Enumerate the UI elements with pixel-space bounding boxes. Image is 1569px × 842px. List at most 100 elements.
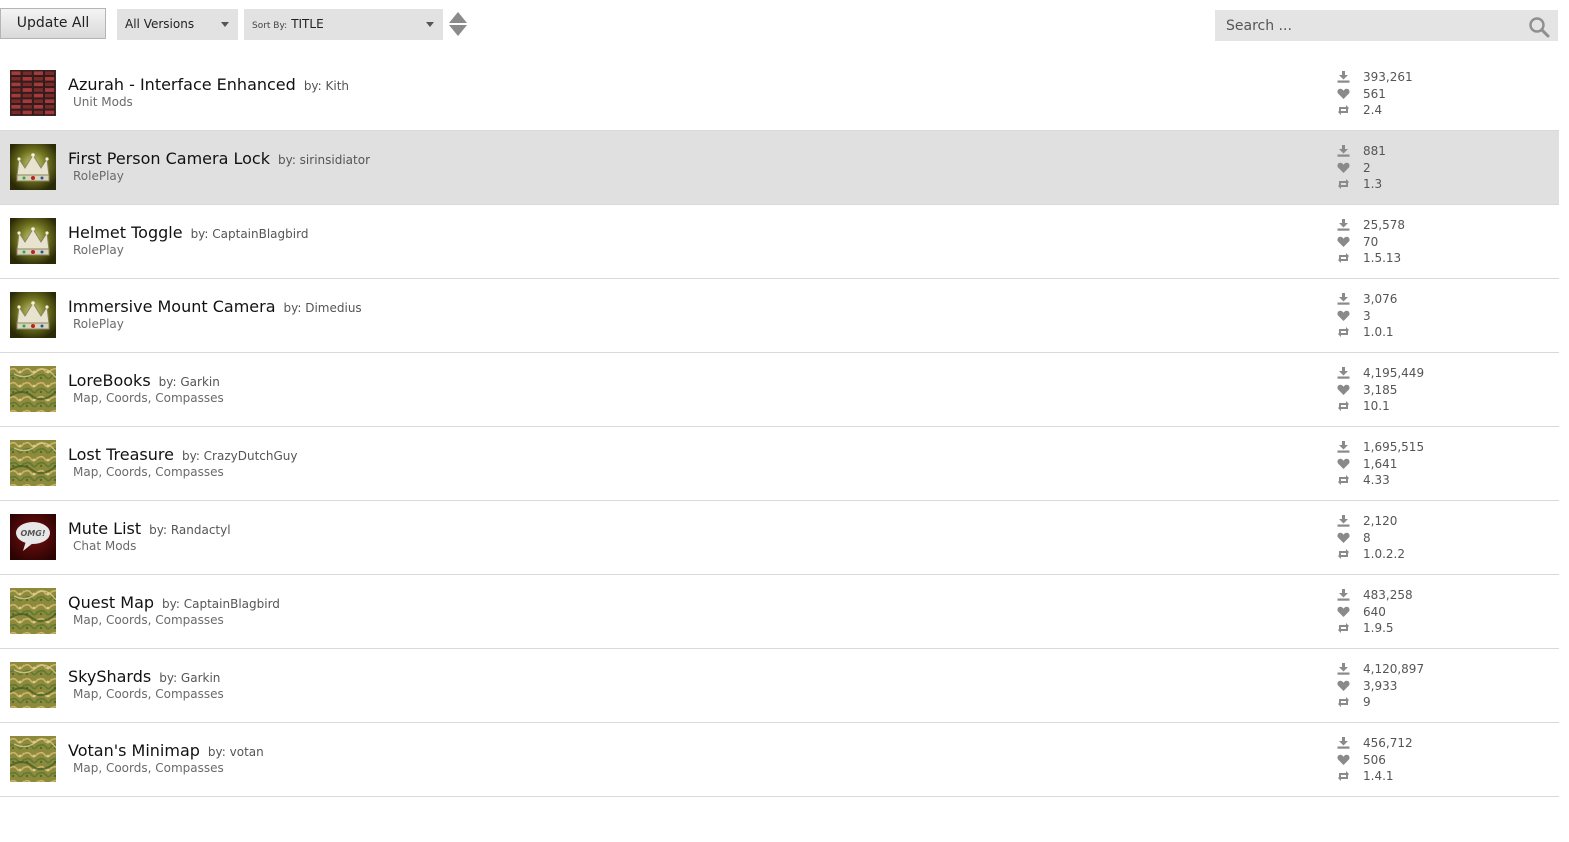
addon-row[interactable]: Quest Map by: CaptainBlagbird Map, Coords,… — [0, 575, 1559, 649]
chevron-down-icon — [221, 22, 229, 27]
addon-title[interactable]: SkyShards — [68, 667, 151, 686]
addon-category: Unit Mods — [73, 95, 133, 109]
search-icon[interactable] — [1528, 16, 1550, 38]
addon-category: RolePlay — [73, 169, 124, 183]
addon-author: by: Garkin — [159, 671, 221, 685]
versions-dropdown[interactable]: All Versions — [117, 9, 238, 40]
svg-text:OMG!: OMG! — [21, 529, 46, 538]
version-number: 1.5.13 — [1363, 251, 1402, 265]
addon-stats: 456,712 506 1.4.1 — [1337, 735, 1537, 785]
downloads-stat: 456,712 — [1337, 735, 1537, 752]
addon-category: Map, Coords, Compasses — [73, 465, 224, 479]
version-number: 4.33 — [1363, 473, 1390, 487]
addon-title[interactable]: Quest Map — [68, 593, 154, 612]
favorites-count: 8 — [1363, 530, 1371, 545]
version-stat: 1.3 — [1337, 176, 1537, 193]
downloads-count: 1,695,515 — [1363, 440, 1425, 454]
version-stat: 1.4.1 — [1337, 768, 1537, 785]
update-all-button[interactable]: Update All — [0, 8, 106, 39]
addon-author: by: Dimedius — [283, 301, 362, 315]
chevron-down-icon — [426, 22, 434, 27]
downloads-stat: 483,258 — [1337, 587, 1537, 604]
addon-stats: 393,261 561 2.4 — [1337, 69, 1537, 119]
addon-title[interactable]: Azurah - Interface Enhanced — [68, 75, 296, 94]
version-stat: 1.9.5 — [1337, 620, 1537, 637]
favorites-stat: 8 — [1337, 530, 1537, 547]
favorites-stat: 640 — [1337, 604, 1537, 621]
addon-row[interactable]: LoreBooks by: Garkin Map, Coords, Compasse… — [0, 353, 1559, 427]
addon-title-line: Azurah - Interface Enhanced by: Kith — [68, 75, 349, 94]
addon-category: Chat Mods — [73, 539, 137, 553]
favorites-count: 1,641 — [1363, 456, 1398, 471]
downloads-count: 4,195,449 — [1363, 366, 1425, 380]
sort-dropdown-prefix: Sort By: — [252, 21, 288, 31]
favorites-stat: 3,185 — [1337, 382, 1537, 399]
addon-row[interactable]: Azurah - Interface Enhanced by: Kith Unit … — [0, 57, 1559, 131]
favorites-stat: 2 — [1337, 160, 1537, 177]
downloads-stat: 3,076 — [1337, 291, 1537, 308]
downloads-stat: 1,695,515 — [1337, 439, 1537, 456]
version-number: 1.3 — [1363, 177, 1383, 191]
sort-dropdown-value: TITLE — [291, 17, 324, 31]
favorites-count: 2 — [1363, 160, 1371, 175]
search-box — [1215, 10, 1558, 41]
search-input[interactable] — [1215, 10, 1515, 41]
addon-title[interactable]: LoreBooks — [68, 371, 151, 390]
toolbar: Update All All Versions Sort By: TITLE — [0, 0, 1569, 48]
version-number: 9 — [1363, 695, 1371, 709]
version-number: 10.1 — [1363, 399, 1390, 413]
addon-title[interactable]: Votan's Minimap — [68, 741, 200, 760]
addon-list: Azurah - Interface Enhanced by: Kith Unit … — [0, 57, 1559, 797]
addon-title-line: SkyShards by: Garkin — [68, 667, 220, 686]
downloads-stat: 25,578 — [1337, 217, 1537, 234]
addon-row[interactable]: SkyShards by: Garkin Map, Coords, Compasse… — [0, 649, 1559, 723]
addon-title-line: Immersive Mount Camera by: Dimedius — [68, 297, 362, 316]
downloads-count: 4,120,897 — [1363, 662, 1425, 676]
version-number: 1.9.5 — [1363, 621, 1394, 635]
addon-title[interactable]: Mute List — [68, 519, 141, 538]
favorites-stat: 561 — [1337, 86, 1537, 103]
addon-title[interactable]: Immersive Mount Camera — [68, 297, 276, 316]
version-stat: 2.4 — [1337, 102, 1537, 119]
favorites-count: 506 — [1363, 752, 1386, 767]
addon-row[interactable]: Immersive Mount Camera by: Dimedius RolePl… — [0, 279, 1559, 353]
addon-title-line: Mute List by: Randactyl — [68, 519, 231, 538]
version-stat: 1.0.1 — [1337, 324, 1537, 341]
version-stat: 4.33 — [1337, 472, 1537, 489]
favorites-count: 70 — [1363, 234, 1379, 249]
addon-title[interactable]: Lost Treasure — [68, 445, 174, 464]
addon-stats: 1,695,515 1,641 4.33 — [1337, 439, 1537, 489]
addon-stats: 3,076 3 1.0.1 — [1337, 291, 1537, 341]
addon-row[interactable]: Lost Treasure by: CrazyDutchGuy Map, Coord… — [0, 427, 1559, 501]
addon-author: by: CaptainBlagbird — [190, 227, 309, 241]
addon-title[interactable]: First Person Camera Lock — [68, 149, 270, 168]
addon-category: RolePlay — [73, 317, 124, 331]
addon-thumbnail — [10, 662, 56, 708]
sort-direction-toggle[interactable] — [449, 12, 467, 38]
favorites-count: 3,185 — [1363, 382, 1398, 397]
addon-row[interactable]: First Person Camera Lock by: sirinsidiato… — [0, 131, 1559, 205]
downloads-stat: 4,195,449 — [1337, 365, 1537, 382]
addon-thumbnail — [10, 218, 56, 264]
addon-thumbnail — [10, 366, 56, 412]
sort-descending-icon — [449, 25, 467, 36]
addon-author: by: CrazyDutchGuy — [181, 449, 298, 463]
downloads-stat: 881 — [1337, 143, 1537, 160]
addon-author: by: Garkin — [158, 375, 220, 389]
addon-row[interactable]: OMG! Mute List by: Randactyl Chat Mods 2,120… — [0, 501, 1559, 575]
addon-thumbnail — [10, 440, 56, 486]
version-number: 1.0.1 — [1363, 325, 1394, 339]
addon-thumbnail — [10, 144, 56, 190]
addon-thumbnail — [10, 736, 56, 782]
addon-stats: 25,578 70 1.5.13 — [1337, 217, 1537, 267]
addon-title[interactable]: Helmet Toggle — [68, 223, 183, 242]
sort-dropdown[interactable]: Sort By: TITLE — [244, 9, 443, 40]
addon-row[interactable]: Helmet Toggle by: CaptainBlagbird RolePlay… — [0, 205, 1559, 279]
addon-row[interactable]: Votan's Minimap by: votan Map, Coords, Com… — [0, 723, 1559, 797]
downloads-count: 881 — [1363, 144, 1386, 158]
addon-title-line: Helmet Toggle by: CaptainBlagbird — [68, 223, 308, 242]
addon-category: Map, Coords, Compasses — [73, 613, 224, 627]
addon-author: by: votan — [207, 745, 264, 759]
addon-author: by: Kith — [303, 79, 350, 93]
addon-stats: 2,120 8 1.0.2.2 — [1337, 513, 1537, 563]
